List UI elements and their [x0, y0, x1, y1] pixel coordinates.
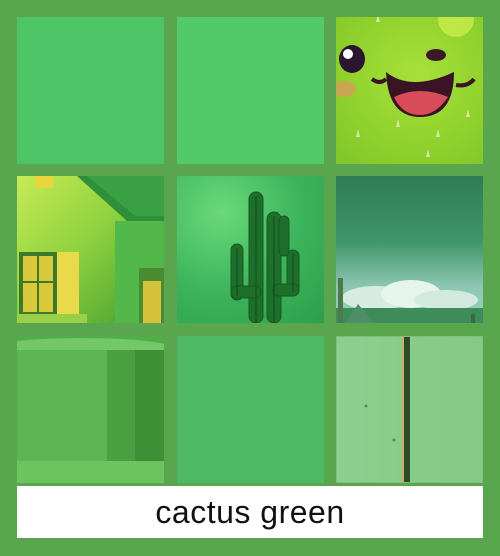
caption-text: cactus green: [155, 493, 345, 530]
plain-green-swatch-1: [17, 17, 164, 164]
cactus-face-illustration: [336, 17, 483, 164]
cactus-photo: [177, 176, 324, 323]
desert-sky-landscape: [336, 176, 483, 323]
caption-bar: cactus green: [17, 486, 483, 538]
green-ceramic-bowl: [17, 336, 164, 483]
plain-green-swatch-2: [177, 17, 324, 164]
green-painted-wall: [336, 336, 483, 483]
green-house-painting: [17, 176, 164, 323]
plain-green-swatch-3: [177, 336, 324, 483]
